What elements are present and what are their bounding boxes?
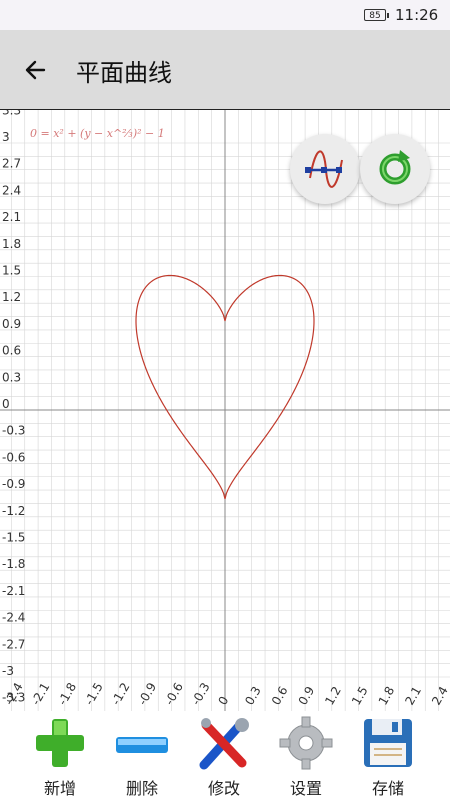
y-tick-label: 0.9 [2, 317, 21, 331]
x-tick-label: -0.9 [135, 680, 159, 707]
curve-points-icon [305, 150, 343, 188]
x-tick-label: 0.6 [269, 684, 291, 708]
y-tick-labels: 3.3 3 2.7 2.4 2.1 1.8 1.5 1.2 0.9 0.6 0.3 0 -0.3 -0.6… [2, 110, 25, 705]
arrow-left-icon [25, 60, 46, 80]
x-tick-label: -1.8 [55, 680, 79, 707]
y-tick-label: 1.2 [2, 290, 21, 304]
edit-button[interactable]: 修改 [184, 711, 264, 800]
y-tick-label: 2.4 [2, 183, 21, 197]
page-title: 平面曲线 [76, 59, 172, 87]
x-tick-label: -1.2 [109, 680, 133, 707]
y-tick-label: -3 [2, 664, 14, 678]
plot-area[interactable]: 3.3 3 2.7 2.4 2.1 1.8 1.5 1.2 0.9 0.6 0.3 0 -0.3 -0.6… [0, 109, 450, 712]
settings-label: 设置 [289, 779, 322, 798]
y-tick-label: 0.6 [2, 344, 21, 358]
y-tick-label: -1.5 [2, 531, 25, 545]
y-tick-label: -2.4 [2, 611, 25, 625]
floppy-disk-icon [364, 719, 412, 767]
y-tick-label: 3 [2, 130, 10, 144]
y-tick-label: 0.3 [2, 370, 21, 384]
y-tick-label: 3.3 [2, 110, 21, 117]
y-tick-label: 2.7 [2, 157, 21, 171]
save-label: 存储 [371, 779, 404, 798]
app-bar: 平面曲线 [0, 30, 450, 109]
x-tick-label: 0.3 [242, 684, 264, 708]
y-tick-label: 0 [2, 397, 10, 411]
y-tick-label: -1.8 [2, 557, 25, 571]
curve-formula: 0 = x² + (y − x^⅔)² − 1 [30, 127, 165, 140]
status-time: 11:26 [395, 6, 439, 24]
save-button[interactable]: 存储 [348, 711, 428, 800]
gear-icon [279, 716, 333, 770]
x-tick-label: 2.1 [402, 684, 424, 708]
y-tick-label: -2.7 [2, 637, 25, 651]
x-tick-label: 0 [215, 694, 231, 708]
battery-indicator: 85 [364, 9, 389, 21]
minus-icon [116, 737, 168, 753]
y-tick-label: 2.1 [2, 210, 21, 224]
add-label: 新增 [43, 779, 76, 798]
x-tick-label: 1.2 [322, 684, 344, 708]
x-tick-label: 2.4 [429, 684, 450, 708]
add-button[interactable]: 新增 [20, 711, 100, 800]
bottom-toolbar: 新增 删除 修改 设置 存储 [0, 711, 450, 800]
tools-icon [199, 718, 249, 770]
delete-button[interactable]: 删除 [102, 711, 182, 800]
y-tick-label: -2.1 [2, 584, 25, 598]
x-tick-label: 0.9 [296, 684, 318, 708]
x-tick-label: -0.3 [189, 680, 213, 707]
x-tick-label: -1.5 [82, 680, 106, 707]
x-tick-labels: -2.4 -2.1 -1.8 -1.5 -1.2 -0.9 -0.6 -0.3 0 0.3 0.6 0… [2, 680, 450, 707]
plus-icon [36, 719, 84, 767]
delete-label: 删除 [125, 779, 158, 798]
settings-button[interactable]: 设置 [266, 711, 346, 800]
y-tick-label: -0.6 [2, 450, 25, 464]
edit-label: 修改 [207, 779, 240, 798]
status-bar: 85 11:26 [0, 0, 450, 30]
refresh-icon [379, 150, 411, 185]
x-tick-label: -0.6 [162, 680, 186, 707]
y-tick-label: -1.2 [2, 504, 25, 518]
y-tick-label: -0.9 [2, 477, 25, 491]
y-tick-label: 1.5 [2, 264, 21, 278]
x-tick-label: 1.5 [349, 684, 371, 708]
x-tick-label: 1.8 [376, 684, 398, 708]
refresh-button[interactable] [360, 134, 430, 204]
curve-points-button[interactable] [290, 134, 360, 204]
y-tick-label: -0.3 [2, 424, 25, 438]
x-tick-label: -2.1 [29, 680, 53, 707]
back-button[interactable] [20, 52, 56, 88]
y-tick-label: 1.8 [2, 237, 21, 251]
